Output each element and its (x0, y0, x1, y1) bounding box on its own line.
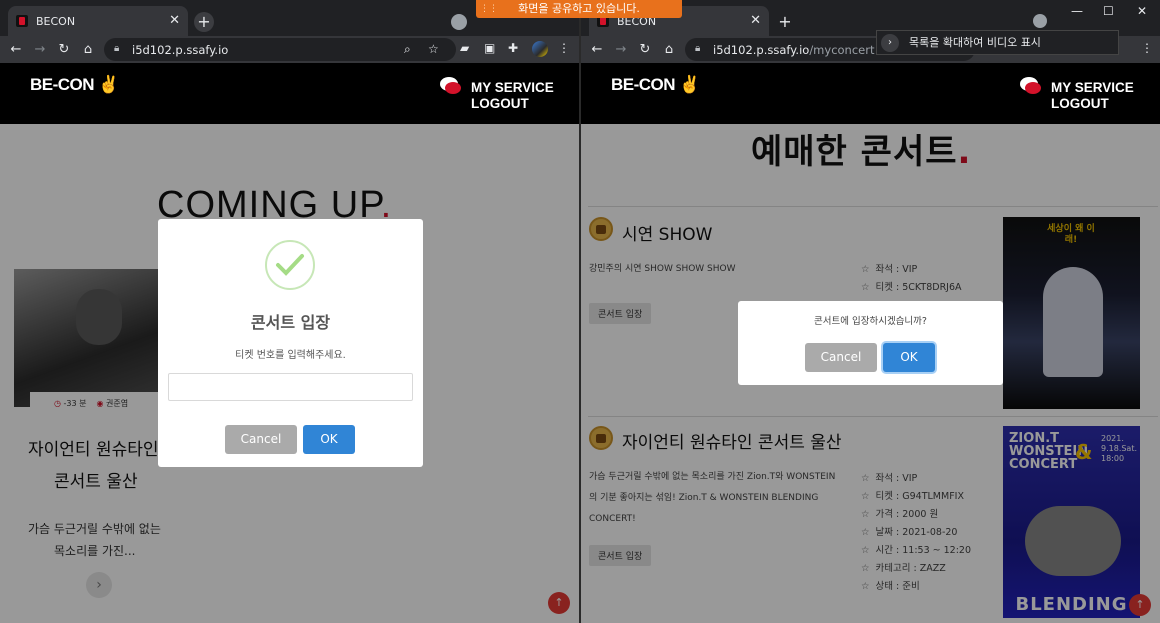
my-service-link[interactable]: MY SERVICE (1051, 80, 1134, 96)
url-path: /myconcert (809, 42, 875, 57)
modal-text: 티켓 번호를 입력해주세요. (235, 350, 346, 361)
puzzle-icon[interactable]: ✚ (508, 41, 518, 55)
forward-icon[interactable]: → (28, 42, 52, 57)
tab-search-icon[interactable] (451, 14, 467, 30)
logout-link[interactable]: LOGOUT (471, 96, 554, 112)
tab-title: BECON (36, 14, 76, 28)
reload-icon[interactable]: ↻ (633, 42, 657, 57)
browser-tab[interactable]: BECON ✕ (8, 6, 188, 36)
rock-hand-icon: ✌ (679, 75, 700, 94)
logout-link[interactable]: LOGOUT (1051, 96, 1134, 112)
ok-button[interactable]: OK (883, 343, 935, 372)
header-menu: MY SERVICE LOGOUT (1051, 80, 1134, 112)
profile-avatar[interactable] (532, 41, 548, 57)
url-host: i5d102.p.ssafy.io (713, 42, 810, 57)
site-header: BE-CON ✌ MY SERVICE LOGOUT (0, 63, 579, 124)
ticket-number-input[interactable] (168, 373, 413, 401)
screen-share-bar[interactable]: ⋮⋮ 화면을 공유하고 있습니다. (476, 0, 682, 18)
modal-text: 콘서트에 입장하시겠습니까? (814, 316, 927, 327)
url-host: i5d102.p.ssafy.io (132, 42, 229, 57)
close-tab-icon[interactable]: ✕ (750, 13, 761, 28)
site-header: BE-CON ✌ MY SERVICE LOGOUT (581, 63, 1160, 124)
ok-button[interactable]: OK (303, 425, 355, 454)
my-service-link[interactable]: MY SERVICE (471, 80, 554, 96)
back-icon[interactable]: ← (585, 42, 609, 57)
header-menu: MY SERVICE LOGOUT (471, 80, 554, 112)
back-icon[interactable]: ← (4, 42, 28, 57)
maximize-icon[interactable]: ☐ (1103, 4, 1114, 18)
video-expand-tooltip[interactable]: › 목록을 확대하여 비디오 표시 (876, 30, 1119, 55)
browser-toolbar: ← → ↻ ⌂ 🔒︎ i5d102.p.ssafy.io ⌕ ☆ ▰ ▣ ✚ ⋮ (0, 36, 579, 63)
new-tab-button[interactable]: + (775, 12, 795, 32)
site-logo[interactable]: BE-CON ✌ (611, 75, 700, 95)
rock-hand-icon: ✌ (98, 75, 119, 94)
menu-kebab-icon[interactable]: ⋮ (1141, 41, 1153, 55)
close-window-icon[interactable]: ✕ (1137, 4, 1147, 18)
site-logo[interactable]: BE-CON ✌ (30, 75, 119, 95)
address-bar[interactable]: 🔒︎ i5d102.p.ssafy.io ⌕ ☆ (104, 38, 456, 61)
ticket-entry-modal: 콘서트 입장 티켓 번호를 입력해주세요. Cancel OK (158, 219, 423, 467)
logo-text: BE-CON (30, 75, 95, 94)
modal-title: 콘서트 입장 (250, 313, 331, 332)
close-tab-icon[interactable]: ✕ (169, 13, 180, 28)
new-tab-button[interactable]: + (194, 12, 214, 32)
home-icon[interactable]: ⌂ (657, 42, 681, 57)
cancel-button[interactable]: Cancel (805, 343, 877, 372)
reload-icon[interactable]: ↻ (52, 42, 76, 57)
minimize-icon[interactable]: — (1071, 4, 1083, 18)
success-check-icon (265, 240, 315, 290)
chevron-right-icon[interactable]: › (881, 34, 899, 52)
lock-icon: 🔒︎ (695, 43, 701, 54)
tab-search-icon[interactable] (1033, 14, 1047, 28)
tooltip-text: 목록을 확대하여 비디오 표시 (909, 36, 1041, 49)
chat-icon (440, 77, 461, 94)
share-text: 화면을 공유하고 있습니다. (518, 2, 640, 15)
cancel-button[interactable]: Cancel (225, 425, 297, 454)
lock-icon: 🔒︎ (114, 43, 120, 54)
enter-confirm-modal: 콘서트에 입장하시겠습니까? Cancel OK (738, 301, 1003, 385)
extension-icon[interactable]: ▰ (460, 41, 469, 55)
reader-icon[interactable]: ▣ (484, 41, 495, 55)
becon-favicon-icon (16, 15, 28, 27)
home-icon[interactable]: ⌂ (76, 42, 100, 57)
drag-grip-icon[interactable]: ⋮⋮ (480, 0, 498, 18)
bookmark-star-icon[interactable]: ☆ (428, 42, 439, 56)
forward-icon[interactable]: → (609, 42, 633, 57)
zoom-icon[interactable]: ⌕ (404, 42, 411, 57)
logo-text: BE-CON (611, 75, 676, 94)
chat-icon (1020, 77, 1041, 94)
menu-kebab-icon[interactable]: ⋮ (558, 41, 570, 55)
